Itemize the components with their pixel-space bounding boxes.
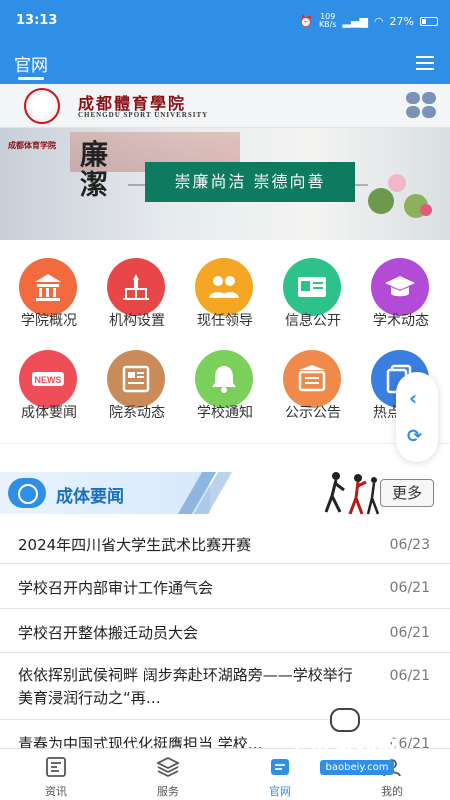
refresh-icon[interactable]: ⟳: [407, 426, 422, 447]
school-name-en: CHENGDU SPORT UNIVERSITY: [78, 111, 209, 119]
lotus-decoration: [420, 204, 432, 216]
banner-image: 成都体育学院 廉潔 崇廉尚洁 崇德向善: [0, 128, 450, 240]
grid-item-public-notice[interactable]: 公示公告: [268, 340, 358, 430]
notice-board-icon: [283, 350, 341, 408]
quick-links-grid: 学院概况 机构设置 现任领导 信息公开 学术动态 NEWS 成体要闻 院系动态 …: [0, 248, 450, 444]
tab-label: 资讯: [45, 785, 67, 798]
banner-small-logo: 成都体育学院: [8, 141, 56, 150]
grid-item-label: 学术动态: [373, 313, 429, 329]
svg-text:NEWS: NEWS: [35, 375, 62, 385]
banner-slogan: 崇廉尚洁 崇德向善: [145, 162, 355, 202]
floating-nav-panel: ‹ ⟳: [396, 372, 438, 462]
back-arrow-icon[interactable]: ‹: [409, 386, 417, 410]
net-speed-unit: KB/s: [318, 20, 337, 29]
grid-item-college-overview[interactable]: 学院概况: [4, 248, 94, 338]
grid-item-academic-news[interactable]: 学术动态: [356, 248, 446, 338]
watermark-url: baobeiy.com: [320, 760, 394, 775]
school-header: 成都體育學院 CHENGDU SPORT UNIVERSITY: [0, 84, 450, 128]
grid-item-label: 学院概况: [21, 313, 77, 329]
battery-percent: 27%: [389, 14, 414, 28]
grid-item-leadership[interactable]: 现任领导: [180, 248, 270, 338]
grid-item-label: 成体要闻: [21, 405, 77, 421]
news-date: 06/21: [389, 625, 430, 641]
battery-icon: [420, 16, 438, 26]
grid-item-label: 现任领导: [197, 313, 253, 329]
grid-item-label: 院系动态: [109, 405, 165, 421]
news-item[interactable]: 学校召开内部审计工作通气会 06/21: [0, 565, 450, 609]
status-indicators: ⏰ 109 KB/s ▂▄▆ ◠ 27%: [299, 13, 438, 29]
news-title: 学校召开内部审计工作通气会: [18, 579, 214, 597]
news-date: 06/21: [389, 668, 430, 684]
graduation-cap-icon: [371, 258, 429, 316]
tab-label: 服务: [157, 785, 179, 798]
athletes-illustration: [324, 472, 380, 515]
tab-official-site[interactable]: 官网: [14, 51, 48, 76]
org-chart-icon: [107, 258, 165, 316]
lotus-decoration: [368, 188, 394, 214]
tab-news[interactable]: 资讯: [0, 749, 112, 800]
school-logo: [24, 88, 60, 124]
tab-services[interactable]: 服务: [112, 749, 224, 800]
tab-underline: [18, 77, 44, 80]
grid-item-organization[interactable]: 机构设置: [92, 248, 182, 338]
grid-item-label: 信息公开: [285, 313, 341, 329]
signal-icon: ▂▄▆: [342, 14, 368, 28]
grid-item-department-news[interactable]: 院系动态: [92, 340, 182, 430]
bell-icon: [195, 350, 253, 408]
tab-label: 我的: [381, 785, 403, 798]
status-bar: 13:13 ⏰ 109 KB/s ▂▄▆ ◠ 27%: [0, 0, 450, 44]
news-date: 06/21: [389, 580, 430, 596]
section-title: 成体要闻: [56, 487, 124, 507]
section-logo-icon: [8, 478, 46, 508]
grid-item-label: 机构设置: [109, 313, 165, 329]
id-card-icon: [283, 258, 341, 316]
news-icon: NEWS: [19, 350, 77, 408]
people-icon: [195, 258, 253, 316]
news-item[interactable]: 学校召开整体搬迁动员大会 06/21: [0, 610, 450, 653]
layers-icon: [156, 756, 180, 778]
building-icon: [19, 258, 77, 316]
hero-banner[interactable]: 成都體育學院 CHENGDU SPORT UNIVERSITY 成都体育学院 廉…: [0, 84, 450, 240]
news-tab-icon: [46, 757, 66, 777]
grid-item-university-news[interactable]: NEWS 成体要闻: [4, 340, 94, 430]
tab-label: 官网: [269, 785, 291, 798]
grid-item-info-disclosure[interactable]: 信息公开: [268, 248, 358, 338]
net-speed: 109 KB/s: [319, 13, 337, 29]
alarm-icon: ⏰: [299, 14, 313, 28]
more-button[interactable]: 更多: [380, 479, 434, 507]
lotus-decoration: [388, 174, 406, 192]
news-section-header: 成体要闻 更多: [0, 464, 450, 520]
grid-item-school-notice[interactable]: 学校通知: [180, 340, 270, 430]
status-time: 13:13: [16, 13, 58, 28]
grid-item-label: 公示公告: [285, 405, 341, 421]
news-item[interactable]: 2024年四川省大学生武术比赛开赛 06/23: [0, 522, 450, 564]
news-title: 依依挥别武侯祠畔 阔步奔赴环湖路旁——学校举行美育浸润行动之“再…: [18, 666, 353, 707]
news-title: 学校召开整体搬迁动员大会: [18, 624, 199, 642]
gamepad-icon: [330, 708, 360, 732]
apps-grid-icon[interactable]: [406, 92, 438, 120]
site-watermark: 宝贝游戏网 baobeiy.com: [280, 708, 440, 776]
newspaper-icon: [107, 350, 165, 408]
wifi-icon: ◠: [373, 14, 384, 28]
app-bar: 官网: [0, 44, 450, 84]
news-title: 2024年四川省大学生武术比赛开赛: [18, 536, 252, 554]
menu-icon[interactable]: [416, 56, 436, 72]
grid-item-label: 学校通知: [197, 405, 253, 421]
news-date: 06/23: [389, 537, 430, 553]
banner-calligraphy: 廉潔: [80, 138, 109, 201]
